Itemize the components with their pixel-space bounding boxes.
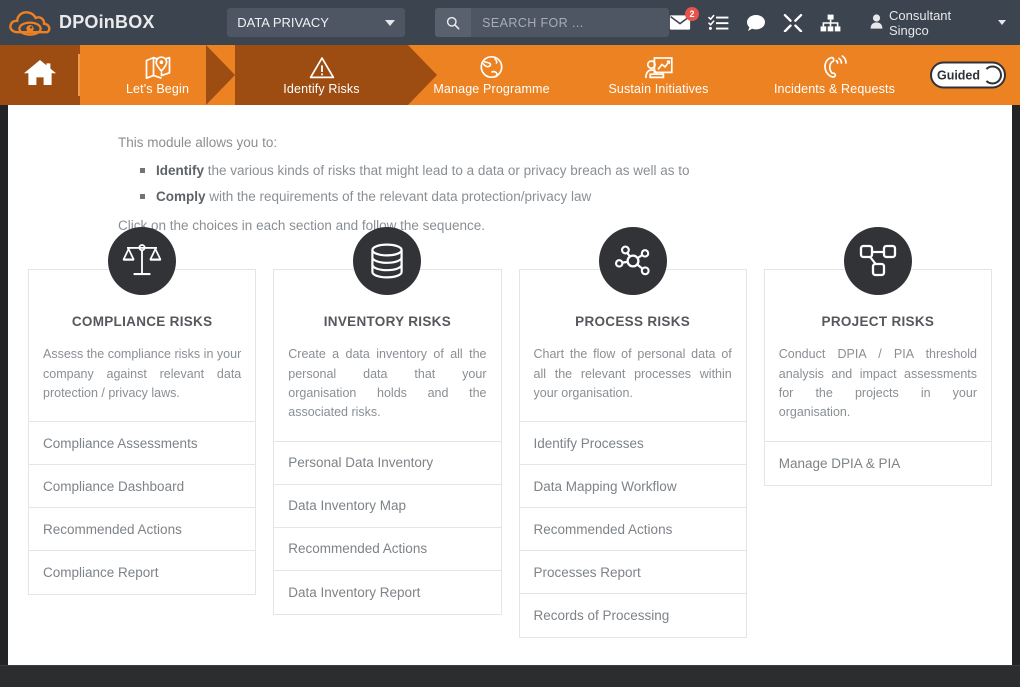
card-title: PROCESS RISKS	[575, 314, 691, 330]
nav-home-button[interactable]	[0, 45, 80, 105]
envelope-badge: 2	[685, 7, 699, 21]
card-description: Conduct DPIA / PIA threshold analysis an…	[778, 347, 977, 420]
intro-block: This module allows you to: Identify the …	[22, 135, 998, 233]
main-content: This module allows you to: Identify the …	[0, 105, 1020, 665]
home-icon	[23, 58, 57, 92]
cloud-eye-logo	[8, 8, 52, 38]
nav-label: Manage Programme	[433, 81, 550, 96]
globe-icon	[479, 55, 504, 79]
list-item[interactable]: Data Inventory Report	[274, 571, 500, 614]
brand-name: DPOinBOX	[59, 12, 155, 32]
top-bar: DPOinBOX DATA PRIVACY 2	[0, 0, 1020, 45]
caret-down-icon	[998, 20, 1007, 25]
card-list: Identify Processes Data Mapping Workflow…	[519, 421, 746, 638]
envelope-icon[interactable]: 2	[669, 7, 699, 31]
application-window: DPOinBOX DATA PRIVACY 2	[0, 0, 1020, 687]
card-compliance-risks: COMPLIANCE RISKS Assess the compliance r…	[28, 227, 257, 596]
nav-label: Identify Risks	[283, 81, 360, 96]
chevron-down-icon	[385, 19, 396, 26]
nav-item-incidents-requests[interactable]: Incidents & Requests	[742, 45, 927, 105]
user-presentation-icon	[644, 55, 673, 79]
tools-icon[interactable]	[783, 13, 803, 33]
main-navigation: Let's Begin Identify Risks Manage Progra…	[0, 45, 1020, 105]
list-item[interactable]: Compliance Dashboard	[29, 465, 256, 509]
list-item[interactable]: Recommended Actions	[29, 508, 256, 552]
risk-cards: COMPLIANCE RISKS Assess the compliance r…	[22, 227, 998, 639]
sitemap-icon[interactable]	[820, 14, 841, 32]
list-item[interactable]: Identify Processes	[519, 422, 746, 466]
card-project-risks: PROJECT RISKS Conduct DPIA / PIA thresho…	[763, 227, 992, 486]
list-item[interactable]: Manage DPIA & PIA	[765, 442, 991, 485]
card-description: Create a data inventory of all the perso…	[288, 347, 487, 420]
card-title: COMPLIANCE RISKS	[71, 314, 213, 330]
task-list-icon[interactable]	[708, 14, 729, 31]
list-item[interactable]: Compliance Assessments	[29, 422, 256, 466]
card-description: Assess the compliance risks in your comp…	[43, 347, 242, 400]
card-list: Personal Data Inventory Data Inventory M…	[274, 440, 501, 614]
intro-bullet: Identify the various kinds of risks that…	[140, 161, 998, 181]
nav-items: Let's Begin Identify Risks Manage Progra…	[80, 45, 1020, 105]
intro-bullets: Identify the various kinds of risks that…	[140, 161, 998, 206]
chat-bubble-icon[interactable]	[746, 14, 766, 32]
search-icon[interactable]	[435, 8, 473, 37]
nav-label: Sustain Initiatives	[608, 81, 709, 96]
card-title: PROJECT RISKS	[821, 314, 935, 330]
list-item[interactable]: Personal Data Inventory	[274, 442, 501, 485]
card-inventory-risks: INVENTORY RISKS Create a data inventory …	[273, 227, 502, 615]
brand[interactable]: DPOinBOX	[8, 8, 215, 38]
map-pin-icon	[145, 55, 171, 79]
top-bar-icons: 2 Consultant Singco	[669, 7, 1007, 38]
guided-toggle-label: Guided	[936, 68, 981, 82]
module-select-value: DATA PRIVACY	[237, 15, 329, 30]
list-item[interactable]: Recommended Actions	[274, 528, 501, 571]
intro-bullet-text: the various kinds of risks that might le…	[204, 163, 690, 178]
balance-scale-icon	[108, 227, 177, 296]
card-list: Manage DPIA & PIA	[764, 440, 991, 485]
nav-item-identify-risks[interactable]: Identify Risks	[206, 45, 437, 105]
database-icon	[353, 227, 422, 296]
card-description: Chart the flow of personal data of all t…	[533, 347, 732, 400]
card-process-risks: PROCESS RISKS Chart the flow of personal…	[518, 227, 747, 639]
bottom-bar	[0, 665, 1020, 687]
intro-bullet: Comply with the requirements of the rele…	[140, 187, 998, 207]
list-item[interactable]: Records of Processing	[520, 594, 746, 637]
intro-bullet-bold: Identify	[156, 163, 205, 178]
card-title: INVENTORY RISKS	[323, 314, 452, 330]
phone-ring-icon	[822, 54, 848, 79]
user-menu[interactable]: Consultant Singco	[870, 7, 1007, 38]
warning-triangle-icon	[309, 55, 335, 79]
list-item[interactable]: Compliance Report	[29, 551, 255, 594]
user-name: Consultant Singco	[889, 7, 952, 38]
guided-toggle[interactable]: Guided	[930, 61, 1006, 89]
search-bar	[435, 8, 669, 37]
module-select[interactable]: DATA PRIVACY	[227, 8, 406, 37]
list-item[interactable]: Data Mapping Workflow	[519, 465, 746, 509]
intro-bullet-bold: Comply	[156, 188, 206, 204]
list-item[interactable]: Data Inventory Map	[274, 485, 501, 528]
list-item[interactable]: Recommended Actions	[519, 508, 746, 552]
network-nodes-icon	[598, 227, 667, 296]
search-input[interactable]	[472, 8, 669, 37]
intro-bullet-text: with the requirements of the relevant da…	[205, 188, 592, 204]
intro-lead: This module allows you to:	[118, 135, 278, 150]
list-item[interactable]: Processes Report	[519, 551, 746, 595]
user-avatar-icon	[870, 13, 883, 32]
card-list: Compliance Assessments Compliance Dashbo…	[29, 421, 256, 595]
nav-label: Incidents & Requests	[773, 81, 896, 96]
project-nodes-icon	[843, 227, 912, 296]
nav-item-sustain-initiatives[interactable]: Sustain Initiatives	[575, 45, 742, 105]
nav-label: Let's Begin	[125, 81, 190, 96]
guided-toggle-knob	[983, 65, 1002, 85]
